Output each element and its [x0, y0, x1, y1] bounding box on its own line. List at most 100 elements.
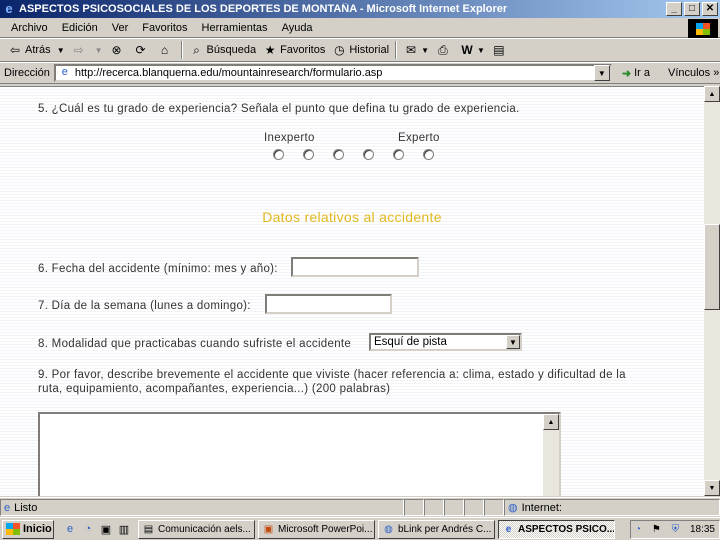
page-scrollbar[interactable]: ▲ ▼ — [704, 86, 720, 496]
address-input[interactable]: e http://recerca.blanquerna.edu/mountain… — [53, 64, 612, 82]
menu-ayuda[interactable]: Ayuda — [275, 22, 320, 34]
status-bar: e Listo ◍ Internet: — [0, 497, 720, 517]
ie-logo-icon: e — [5, 1, 13, 16]
windows-flag-icon — [6, 523, 20, 535]
maximize-button[interactable]: □ — [684, 2, 700, 16]
back-dropdown-icon[interactable]: ▼ — [54, 40, 68, 60]
modality-select[interactable]: Esquí de pista ▼ — [369, 333, 522, 351]
task-button-powerpoint[interactable]: ▣ Microsoft PowerPoi... — [258, 519, 375, 539]
stop-button[interactable]: ⊗ — [106, 40, 130, 60]
start-button[interactable]: Inicio — [2, 519, 54, 539]
back-arrow-icon: ⇦ — [9, 43, 21, 57]
word-edit-icon: W — [461, 43, 473, 57]
browser-icon: ◍ — [384, 523, 393, 535]
status-panel — [404, 499, 424, 516]
experience-radio-6[interactable] — [423, 149, 434, 160]
edit-dropdown-icon: ▼ — [476, 45, 485, 55]
desktop-quicklaunch-icon[interactable]: ▣ — [98, 521, 114, 537]
task-button-communication[interactable]: ▤ Comunicación aels... — [138, 519, 255, 539]
toolbar: ⇦ Atrás ▼ ⇨ ▼ ⊗ ⟳ ⌂ ⌕ Búsqueda ★ Favoritos … — [0, 38, 720, 62]
status-panel — [424, 499, 444, 516]
menu-edicion[interactable]: Edición — [55, 22, 105, 34]
go-button[interactable]: ➜ Ir a — [622, 67, 650, 80]
question-9-label-line2: ruta, equipamiento, acompañantes, experi… — [38, 383, 391, 395]
address-url: http://recerca.blanquerna.edu/mountainre… — [74, 67, 383, 79]
section-title: Datos relativos al accidente — [262, 209, 442, 225]
experience-radio-2[interactable] — [303, 149, 314, 160]
home-button[interactable]: ⌂ — [154, 40, 178, 60]
accident-description-textarea[interactable]: ▲ — [38, 412, 561, 496]
menu-herramientas[interactable]: Herramientas — [195, 22, 275, 34]
question-6-label: 6. Fecha del accidente (mínimo: mes y añ… — [38, 263, 278, 275]
address-dropdown-button[interactable]: ▼ — [593, 65, 610, 81]
address-label: Dirección — [4, 67, 50, 79]
minimize-button[interactable]: _ — [666, 2, 682, 16]
ie-icon: e — [505, 523, 512, 535]
accident-date-input[interactable] — [291, 257, 419, 277]
address-bar: Dirección e http://recerca.blanquerna.ed… — [0, 62, 720, 84]
page-content: 5. ¿Cuál es tu grado de experiencia? Señ… — [0, 86, 704, 496]
refresh-button[interactable]: ⟳ — [130, 40, 154, 60]
menu-favoritos[interactable]: Favoritos — [135, 22, 194, 34]
scroll-down-arrow-icon[interactable]: ▼ — [704, 480, 720, 496]
discuss-button[interactable]: ▤ — [488, 40, 512, 60]
status-page-icon: e — [4, 501, 11, 514]
edit-button[interactable]: W ▼ — [456, 40, 488, 60]
history-button[interactable]: ◷ Historial — [328, 40, 392, 60]
status-panel — [444, 499, 464, 516]
experience-radio-4[interactable] — [363, 149, 374, 160]
outlook-quicklaunch-icon[interactable]: ◔ — [80, 521, 96, 537]
search-icon: ⌕ — [193, 42, 200, 57]
experience-radio-5[interactable] — [393, 149, 404, 160]
menu-bar: Archivo Edición Ver Favoritos Herramient… — [0, 18, 720, 38]
page-icon: e — [61, 66, 68, 78]
scale-low-label: Inexperto — [264, 132, 315, 144]
links-button[interactable]: Vínculos » — [668, 67, 719, 79]
task-button-aspectos[interactable]: e ASPECTOS PSICO... — [498, 519, 615, 539]
security-zone-panel: ◍ Internet: — [504, 499, 720, 516]
status-text: Listo — [14, 501, 38, 514]
question-5-label: 5. ¿Cuál es tu grado de experiencia? Señ… — [38, 103, 520, 115]
question-9-label-line1: 9. Por favor, describe brevemente el acc… — [38, 369, 626, 381]
chevron-down-icon[interactable]: ▼ — [506, 335, 520, 349]
mail-dropdown-icon: ▼ — [421, 45, 429, 55]
forward-button[interactable]: ⇨ — [68, 40, 92, 60]
ie-quicklaunch-icon[interactable]: e — [62, 521, 78, 537]
title-bar[interactable]: e ASPECTOS PSICOSOCIALES DE LOS DEPORTES… — [0, 0, 720, 18]
question-8-label: 8. Modalidad que practicabas cuando sufr… — [38, 338, 352, 350]
window-title: ASPECTOS PSICOSOCIALES DE LOS DEPORTES D… — [19, 3, 508, 15]
forward-dropdown-icon[interactable]: ▼ — [92, 40, 106, 60]
experience-radio-1[interactable] — [273, 149, 284, 160]
menu-archivo[interactable]: Archivo — [4, 22, 55, 34]
scrollbar-thumb[interactable] — [704, 224, 720, 310]
close-button[interactable]: ✕ — [702, 2, 718, 16]
search-button[interactable]: ⌕ Búsqueda — [186, 40, 260, 60]
print-button[interactable]: ⎙ — [432, 40, 456, 60]
back-button[interactable]: ⇦ Atrás — [4, 40, 54, 60]
favorites-button[interactable]: ★ Favoritos — [259, 40, 328, 60]
discuss-icon: ▤ — [493, 43, 505, 57]
menu-ver[interactable]: Ver — [105, 22, 136, 34]
language-tray-icon[interactable]: ◔ — [635, 524, 641, 535]
status-text-panel: e Listo — [0, 499, 404, 516]
mail-button[interactable]: ✉ ▼ — [400, 40, 432, 60]
mail-icon: ✉ — [406, 43, 417, 57]
scroll-up-arrow-icon[interactable]: ▲ — [704, 86, 720, 102]
channels-quicklaunch-icon[interactable]: ▥ — [116, 521, 132, 537]
refresh-icon: ⟳ — [135, 43, 146, 57]
experience-radio-3[interactable] — [333, 149, 344, 160]
powerpoint-icon: ▣ — [263, 523, 274, 535]
security-tray-icon[interactable]: ⛨ — [672, 524, 680, 535]
clock[interactable]: 18:35 — [690, 524, 715, 535]
scale-high-label: Experto — [398, 132, 440, 144]
status-panel — [484, 499, 504, 516]
weekday-input[interactable] — [265, 294, 392, 314]
task-button-blink[interactable]: ◍ bLink per Andrés C... — [378, 519, 495, 539]
toolbar-separator — [180, 41, 183, 59]
textarea-scrollbar[interactable]: ▲ — [543, 414, 559, 496]
quick-launch: e ◔ ▣ ▥ — [62, 521, 132, 537]
network-tray-icon[interactable]: ⚑ — [652, 524, 661, 535]
scroll-up-arrow-icon[interactable]: ▲ — [543, 414, 559, 430]
favorites-icon: ★ — [264, 43, 276, 57]
home-icon: ⌂ — [160, 43, 169, 57]
